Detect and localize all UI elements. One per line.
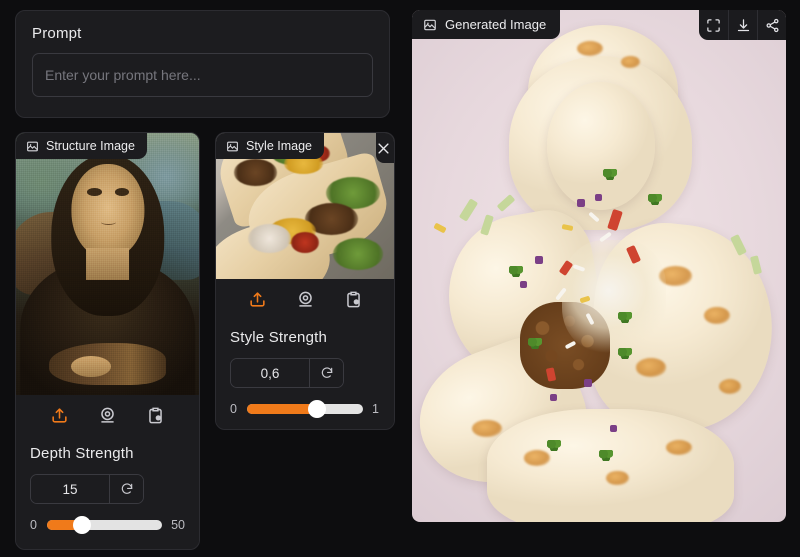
structure-image-card: Structure Image Depth Strength 15 0 50 bbox=[15, 132, 200, 550]
paste-clipboard-icon[interactable] bbox=[145, 404, 167, 426]
generated-image-badge: Generated Image bbox=[412, 10, 561, 39]
mona-lisa-artwork bbox=[16, 133, 199, 395]
upload-icon[interactable] bbox=[246, 288, 268, 310]
download-icon[interactable] bbox=[728, 10, 757, 40]
close-icon[interactable] bbox=[376, 133, 394, 163]
generated-image-toolbar bbox=[699, 10, 786, 40]
upload-icon[interactable] bbox=[49, 404, 71, 426]
style-strength-slider-fill bbox=[247, 404, 317, 414]
depth-strength-block: Depth Strength 15 0 50 bbox=[16, 435, 199, 544]
style-strength-block: Style Strength 0,6 0 1 bbox=[216, 319, 394, 428]
depth-strength-title: Depth Strength bbox=[30, 445, 134, 462]
style-strength-slider-thumb[interactable] bbox=[307, 400, 326, 418]
image-icon bbox=[423, 18, 437, 32]
reset-icon[interactable] bbox=[309, 359, 343, 387]
structure-image-badge-label: Structure Image bbox=[46, 139, 135, 153]
prompt-label: Prompt bbox=[32, 25, 82, 42]
reset-icon[interactable] bbox=[109, 475, 143, 503]
generated-image-badge-label: Generated Image bbox=[445, 17, 547, 32]
generated-image-panel[interactable]: Generated Image bbox=[412, 10, 786, 522]
depth-strength-input[interactable]: 15 bbox=[31, 475, 109, 503]
webcam-icon[interactable] bbox=[97, 404, 119, 426]
style-image-card: Style Image Style Strength 0,6 0 1 bbox=[215, 132, 395, 430]
style-strength-max-label: 1 bbox=[372, 402, 379, 416]
style-image-badge-label: Style Image bbox=[246, 139, 313, 153]
fullscreen-icon[interactable] bbox=[699, 10, 728, 40]
image-icon bbox=[226, 140, 239, 153]
depth-strength-min-label: 0 bbox=[30, 518, 37, 532]
depth-strength-max-label: 50 bbox=[171, 518, 185, 532]
style-image-badge: Style Image bbox=[216, 133, 325, 159]
image-icon bbox=[26, 140, 39, 153]
controls-column: Prompt Structure Image bbox=[15, 10, 405, 550]
webcam-icon[interactable] bbox=[294, 288, 316, 310]
prompt-panel: Prompt bbox=[15, 10, 390, 118]
depth-strength-slider-thumb[interactable] bbox=[72, 516, 91, 534]
structure-image-thumbnail[interactable] bbox=[16, 133, 199, 395]
style-image-actions bbox=[216, 279, 394, 319]
structure-image-actions bbox=[16, 395, 199, 435]
style-strength-slider-row: 0 1 bbox=[230, 400, 380, 418]
structure-image-badge: Structure Image bbox=[16, 133, 147, 159]
style-strength-title: Style Strength bbox=[230, 329, 328, 346]
share-icon[interactable] bbox=[757, 10, 786, 40]
depth-strength-slider[interactable] bbox=[47, 516, 163, 534]
style-strength-slider[interactable] bbox=[247, 400, 363, 418]
prompt-input[interactable] bbox=[32, 53, 373, 97]
style-strength-min-label: 0 bbox=[230, 402, 237, 416]
depth-strength-value-row: 15 bbox=[30, 474, 185, 504]
style-strength-value-box: 0,6 bbox=[230, 358, 344, 388]
style-strength-value-row: 0,6 bbox=[230, 358, 380, 388]
depth-strength-value-box: 15 bbox=[30, 474, 144, 504]
paste-clipboard-icon[interactable] bbox=[342, 288, 364, 310]
depth-strength-slider-row: 0 50 bbox=[30, 516, 185, 534]
generated-image-artwork bbox=[412, 10, 786, 522]
style-strength-input[interactable]: 0,6 bbox=[231, 359, 309, 387]
